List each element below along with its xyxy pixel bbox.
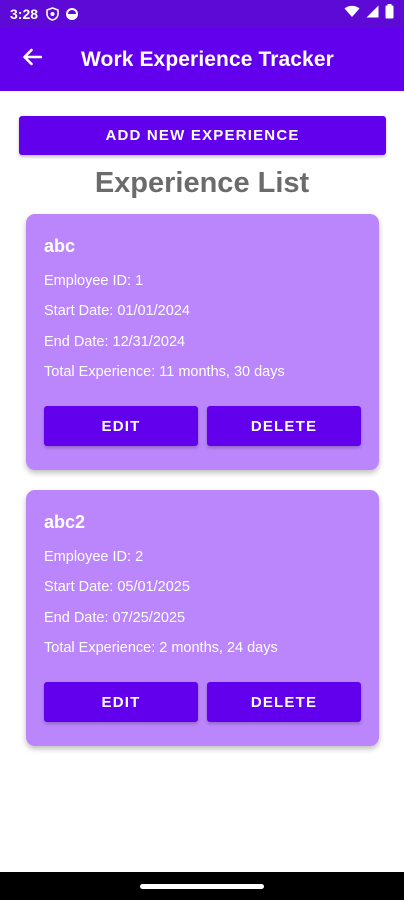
add-new-experience-button[interactable]: ADD NEW EXPERIENCE [19,116,386,155]
employee-id: Employee ID: 2 [44,549,144,565]
back-button[interactable] [0,28,64,91]
arrow-back-icon [22,48,43,71]
start-date: Start Date: 05/01/2025 [44,579,190,595]
edit-button[interactable]: EDIT [44,682,198,722]
experience-list-title: Experience List [94,167,310,199]
status-bar: 3:28 [0,0,404,28]
home-gesture-handle[interactable] [140,883,264,889]
navigation-bar [0,872,404,900]
experience-card: abc2 Employee ID: 2 Start Date: 05/01/20… [26,490,379,746]
delete-button[interactable]: DELETE [207,406,361,446]
experience-name: abc [44,236,76,256]
total-experience: Total Experience: 11 months, 30 days [44,364,285,380]
edit-button[interactable]: EDIT [44,406,198,446]
wifi-icon [344,5,360,23]
app-bar: Work Experience Tracker [0,28,404,91]
start-date: Start Date: 01/01/2024 [44,303,190,319]
page-title: Work Experience Tracker [81,47,334,71]
experience-name: abc2 [44,512,86,532]
delete-button[interactable]: DELETE [207,682,361,722]
total-experience: Total Experience: 2 months, 24 days [44,640,278,656]
status-right-icons [344,4,394,24]
experience-card: abc Employee ID: 1 Start Date: 01/01/202… [26,214,379,470]
face-icon [65,7,79,21]
signal-icon [366,5,379,23]
shield-icon [46,7,59,21]
end-date: End Date: 12/31/2024 [44,334,186,350]
battery-icon [385,4,394,24]
end-date: End Date: 07/25/2025 [44,610,186,626]
app-screen: 3:28 Work Experience Tracker ADD NEW EXP… [0,0,404,900]
status-time: 3:28 [10,6,39,22]
employee-id: Employee ID: 1 [44,273,144,289]
